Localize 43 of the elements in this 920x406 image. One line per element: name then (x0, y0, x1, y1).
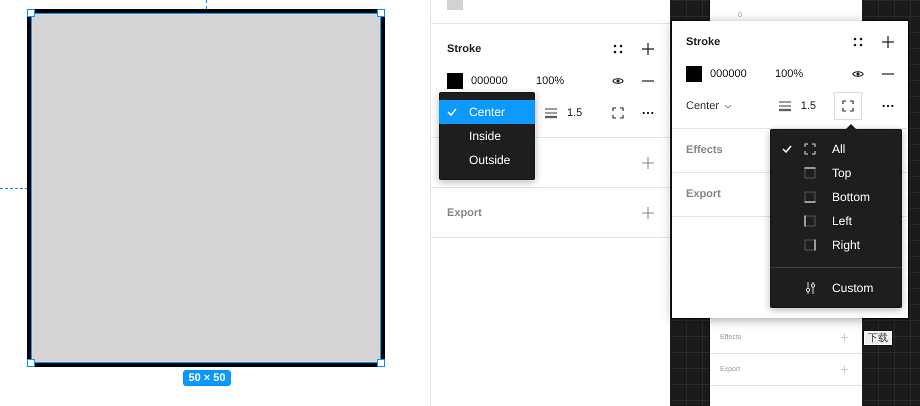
border-side-icon (804, 167, 816, 179)
menu-item[interactable]: All (770, 137, 902, 161)
section-title: Export (686, 188, 721, 200)
chevron-down-icon[interactable] (724, 104, 732, 108)
menu-item[interactable]: Outside (439, 148, 535, 172)
border-side-icon (804, 239, 816, 251)
sides-button[interactable] (834, 92, 862, 120)
border-side-icon (804, 215, 816, 227)
eye-icon[interactable] (612, 75, 624, 87)
color-swatch[interactable] (447, 73, 463, 89)
section-title: Export (447, 206, 482, 218)
stroke-weight-value[interactable]: 1.5 (800, 100, 816, 112)
section-title: Stroke (447, 42, 482, 54)
menu-item[interactable]: Top (770, 161, 902, 185)
stroke-weight-icon (778, 100, 791, 112)
plus-icon[interactable] (642, 42, 654, 54)
menu-item[interactable]: Left (770, 209, 902, 233)
style-icon[interactable] (852, 36, 864, 48)
menu-item[interactable]: Bottom (770, 185, 902, 209)
opacity-value[interactable]: 100% (775, 68, 825, 80)
section-title: Effects (686, 144, 723, 156)
size-label: 50 × 50 (183, 370, 230, 386)
opacity-value[interactable]: 100% (536, 75, 586, 87)
color-swatch[interactable] (686, 66, 702, 82)
check-icon (447, 108, 457, 116)
style-icon[interactable] (612, 42, 624, 54)
eye-icon[interactable] (852, 68, 864, 80)
menu-item[interactable]: Inside (439, 124, 535, 148)
hex-value[interactable]: 000000 (471, 75, 536, 87)
selected-rectangle[interactable] (27, 9, 385, 367)
menu-item[interactable]: Right (770, 233, 902, 257)
plus-icon[interactable] (882, 36, 894, 48)
plus-icon (841, 366, 848, 373)
stroke-weight-icon (545, 107, 557, 119)
align-dropdown[interactable]: Center (686, 100, 720, 112)
download-label: 下载 (864, 331, 892, 345)
hex-value[interactable]: 000000 (710, 68, 775, 80)
stroke-weight-value[interactable]: 1.5 (567, 107, 582, 119)
menu-item[interactable]: Custom (770, 276, 902, 300)
border-side-icon (804, 191, 816, 203)
sliders-icon (804, 282, 816, 294)
plus-icon (841, 334, 848, 341)
section-title: Stroke (686, 36, 720, 48)
